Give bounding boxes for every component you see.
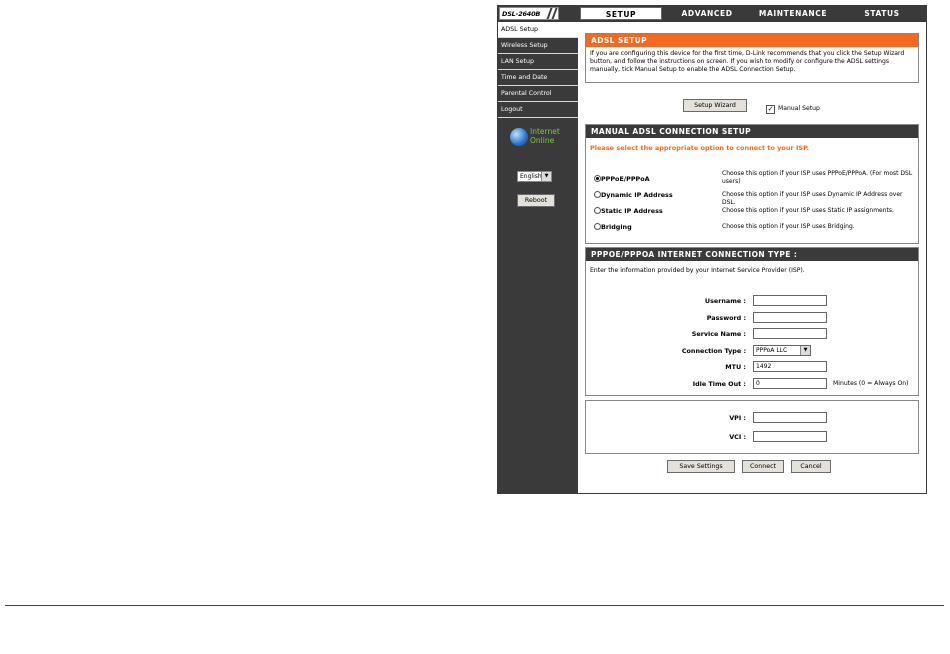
reboot-button[interactable]: Reboot — [517, 194, 555, 207]
model-logo: DSL-2640B — [499, 7, 559, 20]
pppoe-connection-title: PPPOE/PPPOA INTERNET CONNECTION TYPE : — [586, 248, 918, 261]
idle-timeout-input[interactable]: 0 — [753, 378, 827, 389]
setup-wizard-button[interactable]: Setup Wizard — [683, 99, 747, 112]
vci-label: VCI : — [729, 433, 746, 441]
connection-type-select[interactable]: PPPoA LLC ▼ — [753, 345, 811, 356]
sidebar-item-parental-control[interactable]: Parental Control — [498, 86, 578, 102]
radio-dynamic-ip[interactable] — [594, 191, 601, 198]
page-divider — [5, 605, 944, 606]
tab-setup[interactable]: SETUP — [580, 7, 662, 20]
option-label-static-ip: Static IP Address — [601, 207, 663, 215]
mtu-input[interactable]: 1492 — [753, 361, 827, 372]
option-label-pppoe: PPPoE/PPPoA — [601, 175, 650, 183]
password-input[interactable] — [753, 312, 827, 323]
connection-type-value: PPPoA LLC — [756, 347, 788, 354]
mtu-label: MTU : — [725, 363, 746, 371]
model-name: DSL-2640B — [502, 10, 541, 18]
pppoe-connection-section: PPPOE/PPPOA INTERNET CONNECTION TYPE : E… — [585, 247, 919, 396]
radio-static-ip[interactable] — [594, 207, 601, 214]
sidebar-item-logout[interactable]: Logout — [498, 102, 578, 118]
globe-icon — [510, 128, 528, 146]
tab-advanced[interactable]: ADVANCED — [666, 7, 748, 20]
manual-setup-checkbox[interactable]: ✓ — [766, 105, 775, 114]
option-desc-dynamic-ip: Choose this option if your ISP uses Dyna… — [722, 191, 903, 206]
option-desc-bridging: Choose this option if your ISP uses Brid… — [722, 223, 855, 230]
manual-connection-title: MANUAL ADSL CONNECTION SETUP — [586, 125, 918, 138]
vpi-label: VPI : — [729, 414, 746, 422]
manual-setup-label: Manual Setup — [778, 105, 820, 112]
sidebar-item-lan-setup[interactable]: LAN Setup — [498, 54, 578, 70]
vci-input[interactable] — [753, 431, 827, 442]
vpi-vci-section: VPI : VCI : — [585, 400, 919, 454]
option-label-dynamic-ip: Dynamic IP Address — [601, 191, 673, 199]
cancel-button[interactable]: Cancel — [791, 460, 831, 473]
option-label-bridging: Bridging — [601, 223, 632, 231]
password-label: Password : — [706, 314, 746, 322]
service-name-label: Service Name : — [691, 330, 746, 338]
save-settings-button[interactable]: Save Settings — [667, 460, 735, 473]
username-input[interactable] — [753, 295, 827, 306]
language-value: English — [520, 173, 542, 180]
internet-status-text: Internet Online — [530, 127, 572, 145]
chevron-down-icon: ▼ — [800, 346, 810, 355]
username-label: Username : — [704, 297, 746, 305]
tab-maintenance[interactable]: MAINTENANCE — [752, 7, 834, 20]
idle-timeout-note: Minutes (0 = Always On) — [833, 380, 909, 387]
option-desc-pppoe: Choose this option if your ISP uses PPPo… — [722, 170, 913, 185]
pppoe-intro: Enter the information provided by your I… — [590, 267, 805, 274]
service-name-input[interactable] — [753, 328, 827, 339]
option-desc-static-ip: Choose this option if your ISP uses Stat… — [722, 207, 894, 214]
connect-button[interactable]: Connect — [742, 460, 784, 473]
sidebar-item-adsl-setup[interactable]: ADSL Setup — [498, 22, 578, 38]
sidebar-item-wireless-setup[interactable]: Wireless Setup — [498, 38, 578, 54]
main-content: ADSL SETUP If you are configuring this d… — [579, 22, 926, 493]
idle-timeout-label: Idle Time Out : — [692, 380, 746, 388]
sidebar: ADSL Setup Wireless Setup LAN Setup Time… — [498, 22, 578, 493]
tab-status[interactable]: STATUS — [840, 7, 924, 20]
top-nav-bar: DSL-2640B SETUP ADVANCED MAINTENANCE STA… — [498, 6, 926, 22]
radio-pppoe[interactable] — [594, 175, 601, 182]
chevron-down-icon: ▼ — [541, 172, 551, 181]
language-select[interactable]: English ▼ — [517, 171, 552, 182]
isp-option-prompt: Please select the appropriate option to … — [590, 144, 810, 152]
sidebar-item-time-and-date[interactable]: Time and Date — [498, 70, 578, 86]
connection-type-label: Connection Type : — [681, 347, 746, 355]
adsl-setup-section: ADSL SETUP If you are configuring this d… — [585, 33, 919, 83]
adsl-setup-description: If you are configuring this device for t… — [590, 50, 905, 73]
router-config-window: DSL-2640B SETUP ADVANCED MAINTENANCE STA… — [497, 5, 927, 494]
status-line-online: Online — [530, 136, 555, 145]
vpi-input[interactable] — [753, 412, 827, 423]
radio-bridging[interactable] — [594, 223, 601, 230]
adsl-setup-title: ADSL SETUP — [586, 34, 918, 47]
status-line-internet: Internet — [530, 127, 560, 136]
manual-connection-section: MANUAL ADSL CONNECTION SETUP Please sele… — [585, 124, 919, 244]
